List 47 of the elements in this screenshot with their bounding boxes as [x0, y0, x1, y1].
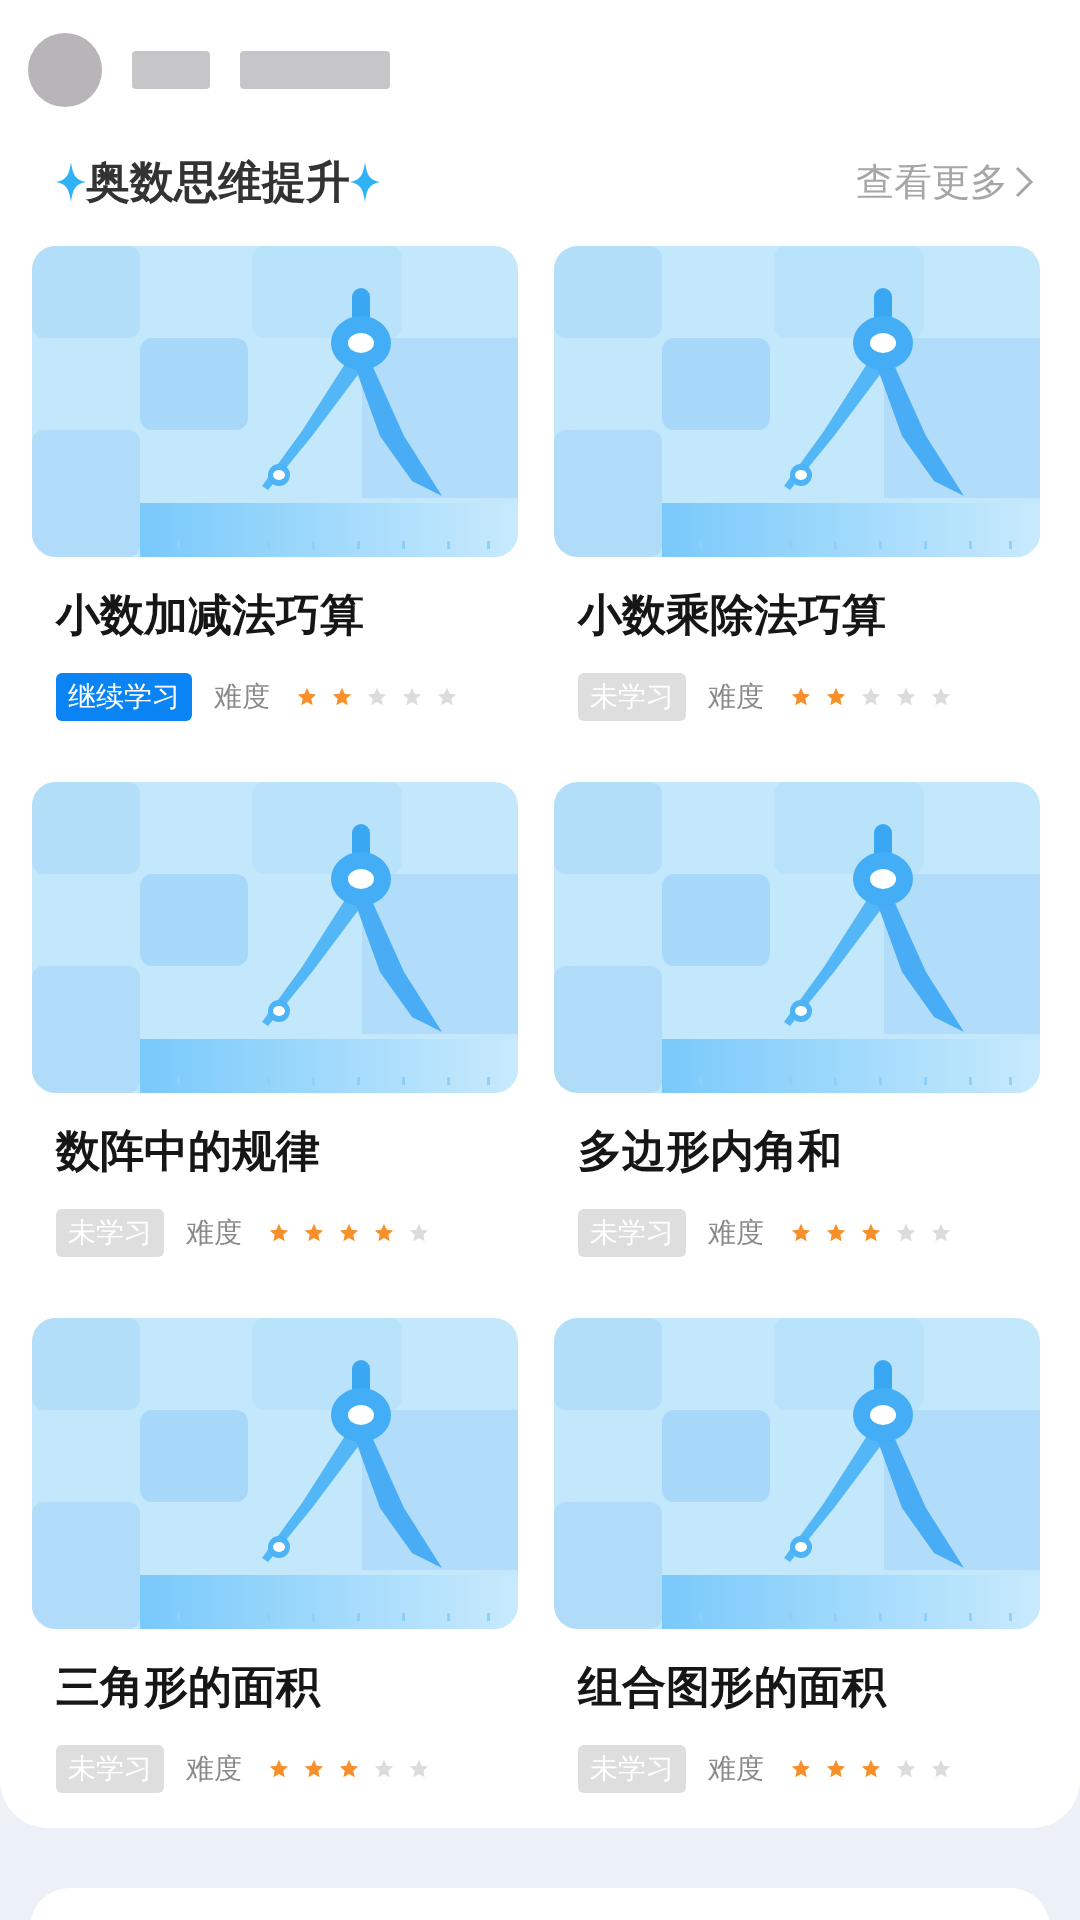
difficulty-label: 难度 [186, 1751, 242, 1787]
star-icon [436, 686, 458, 708]
section-title: 奥数思维提升 [86, 155, 350, 209]
star-icon [895, 1758, 917, 1780]
star-icon [825, 686, 847, 708]
star-icon [860, 1758, 882, 1780]
star-icon [408, 1758, 430, 1780]
star-icon [790, 1222, 812, 1244]
star-icon [268, 1222, 290, 1244]
difficulty-label: 难度 [214, 679, 270, 715]
difficulty-label: 难度 [708, 1751, 764, 1787]
star-icon [930, 686, 952, 708]
star-icon [338, 1222, 360, 1244]
star-icon [331, 686, 353, 708]
star-icon [401, 686, 423, 708]
star-icon [930, 1222, 952, 1244]
star-icon [408, 1222, 430, 1244]
star-icon [373, 1222, 395, 1244]
difficulty-label: 难度 [186, 1215, 242, 1251]
course-title[interactable]: 小数加减法巧算 [56, 587, 518, 643]
star-icon [373, 1758, 395, 1780]
star-icon [860, 1222, 882, 1244]
star-icon [790, 1758, 812, 1780]
sparkle-icon [56, 162, 86, 202]
difficulty-label: 难度 [708, 1215, 764, 1251]
continue-learning-button[interactable]: 继续学习 [56, 673, 192, 721]
star-icon [366, 686, 388, 708]
course-title[interactable]: 小数乘除法巧算 [578, 587, 1040, 643]
difficulty-label: 难度 [708, 679, 764, 715]
course-title[interactable]: 数阵中的规律 [56, 1123, 518, 1179]
course-title[interactable]: 三角形的面积 [56, 1659, 518, 1715]
course-title[interactable]: 组合图形的面积 [578, 1659, 1040, 1715]
star-icon [930, 1758, 952, 1780]
star-icon [303, 1222, 325, 1244]
star-icon [825, 1758, 847, 1780]
star-icon [895, 686, 917, 708]
chevron-right-icon [1014, 165, 1034, 199]
star-icon [268, 1758, 290, 1780]
star-icon [895, 1222, 917, 1244]
star-icon [303, 1758, 325, 1780]
star-icon [790, 686, 812, 708]
star-icon [860, 686, 882, 708]
sparkle-icon [350, 162, 380, 202]
star-icon [825, 1222, 847, 1244]
star-icon [338, 1758, 360, 1780]
course-title[interactable]: 多边形内角和 [578, 1123, 1040, 1179]
star-icon [296, 686, 318, 708]
